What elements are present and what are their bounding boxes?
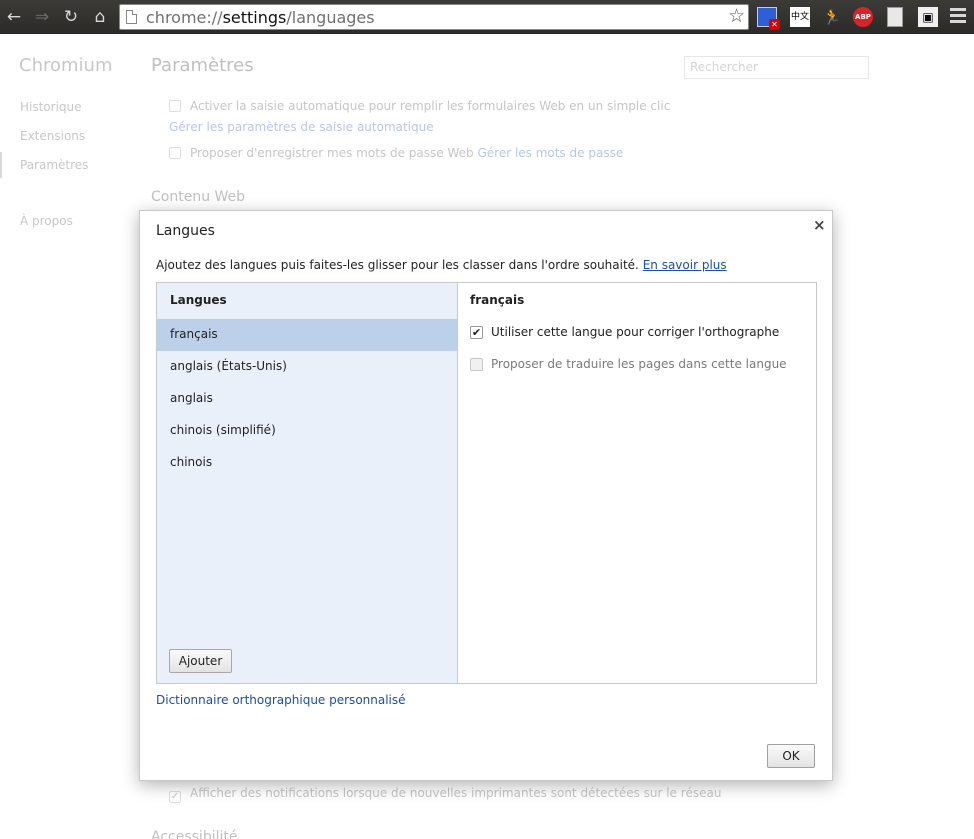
sidebar-item-history[interactable]: Historique [20, 100, 82, 114]
language-list: Langues français anglais (États-Unis) an… [157, 283, 458, 683]
reload-icon[interactable]: ↻ [60, 6, 82, 28]
languages-panel: Langues français anglais (États-Unis) an… [156, 282, 817, 684]
printers-label: Afficher des notifications lorsque de no… [190, 786, 722, 800]
language-item-anglais-us[interactable]: anglais (États-Unis) [157, 351, 457, 383]
passwords-option[interactable]: Proposer d'enregistrer mes mots de passe… [169, 146, 623, 160]
sidebar-item-about[interactable]: À propos [20, 214, 73, 228]
page-icon [126, 10, 137, 24]
dialog-title: Langues [156, 223, 215, 239]
extension-document-icon[interactable] [887, 7, 903, 27]
autofill-settings-link[interactable]: Gérer les paramètres de saisie automatiq… [169, 120, 434, 134]
address-url[interactable]: chrome://settings/languages [146, 8, 375, 27]
language-item-anglais[interactable]: anglais [157, 383, 457, 415]
back-icon[interactable]: ← [3, 6, 25, 28]
sidebar-selection-marker [0, 152, 2, 178]
web-content-heading: Contenu Web [151, 189, 246, 205]
translate-label: Proposer de traduire les pages dans cett… [491, 357, 787, 371]
extension-blocked-icon[interactable]: ✕ [757, 7, 780, 30]
manage-passwords-link[interactable]: Gérer les mots de passe [477, 146, 623, 160]
extension-face-icon[interactable]: ▣ [918, 7, 938, 27]
bookmark-star-icon[interactable]: ☆ [728, 5, 745, 27]
learn-more-link[interactable]: En savoir plus [643, 258, 727, 272]
home-icon[interactable]: ⌂ [89, 6, 111, 28]
close-icon[interactable]: × [813, 216, 826, 234]
forward-icon[interactable]: ⇒ [31, 6, 53, 28]
custom-dictionary-link[interactable]: Dictionnaire orthographique personnalisé [156, 693, 406, 707]
autofill-option[interactable]: Activer la saisie automatique pour rempl… [169, 99, 670, 113]
selected-language-title: français [470, 293, 525, 307]
accessibility-heading: Accessibilité [151, 829, 238, 839]
spellcheck-checkbox[interactable]: ✔ [470, 326, 483, 339]
spellcheck-label: Utiliser cette langue pour corriger l'or… [491, 325, 780, 339]
autofill-checkbox[interactable] [169, 100, 181, 112]
autofill-label: Activer la saisie automatique pour rempl… [190, 99, 671, 113]
language-list-header: Langues [170, 293, 227, 307]
printers-checkbox[interactable]: ✓ [169, 791, 181, 803]
add-language-button[interactable]: Ajouter [169, 649, 232, 673]
passwords-label: Proposer d'enregistrer mes mots de passe… [190, 146, 474, 160]
address-bar[interactable]: chrome://settings/languages ☆ [119, 4, 749, 30]
chrome-menu-icon[interactable] [950, 8, 966, 26]
dialog-intro: Ajoutez des langues puis faites-les glis… [156, 258, 727, 272]
ok-button[interactable]: OK [767, 744, 815, 768]
language-item-francais[interactable]: français [157, 319, 457, 351]
sidebar-item-settings[interactable]: Paramètres [20, 158, 88, 172]
sidebar-item-extensions[interactable]: Extensions [20, 129, 85, 143]
languages-dialog: Langues × Ajoutez des langues puis faite… [139, 210, 833, 781]
settings-search-input[interactable]: Rechercher [684, 56, 869, 79]
intro-text: Ajoutez des langues puis faites-les glis… [156, 258, 639, 272]
adblock-plus-icon[interactable]: ABP [853, 7, 873, 27]
translate-checkbox [470, 358, 483, 371]
sidebar-brand: Chromium [19, 55, 113, 76]
browser-toolbar: ← ⇒ ↻ ⌂ chrome://settings/languages ☆ ✕ … [0, 0, 974, 34]
language-item-chinois-simplifie[interactable]: chinois (simplifié) [157, 415, 457, 447]
passwords-checkbox[interactable] [169, 147, 181, 159]
printers-option[interactable]: ✓ Afficher des notifications lorsque de n… [169, 786, 721, 803]
page-title: Paramètres [151, 55, 254, 76]
language-item-chinois[interactable]: chinois [157, 447, 457, 479]
extension-runner-icon[interactable]: 🏃 [822, 7, 842, 27]
extension-dictionary-icon[interactable]: 中文 [790, 7, 810, 27]
